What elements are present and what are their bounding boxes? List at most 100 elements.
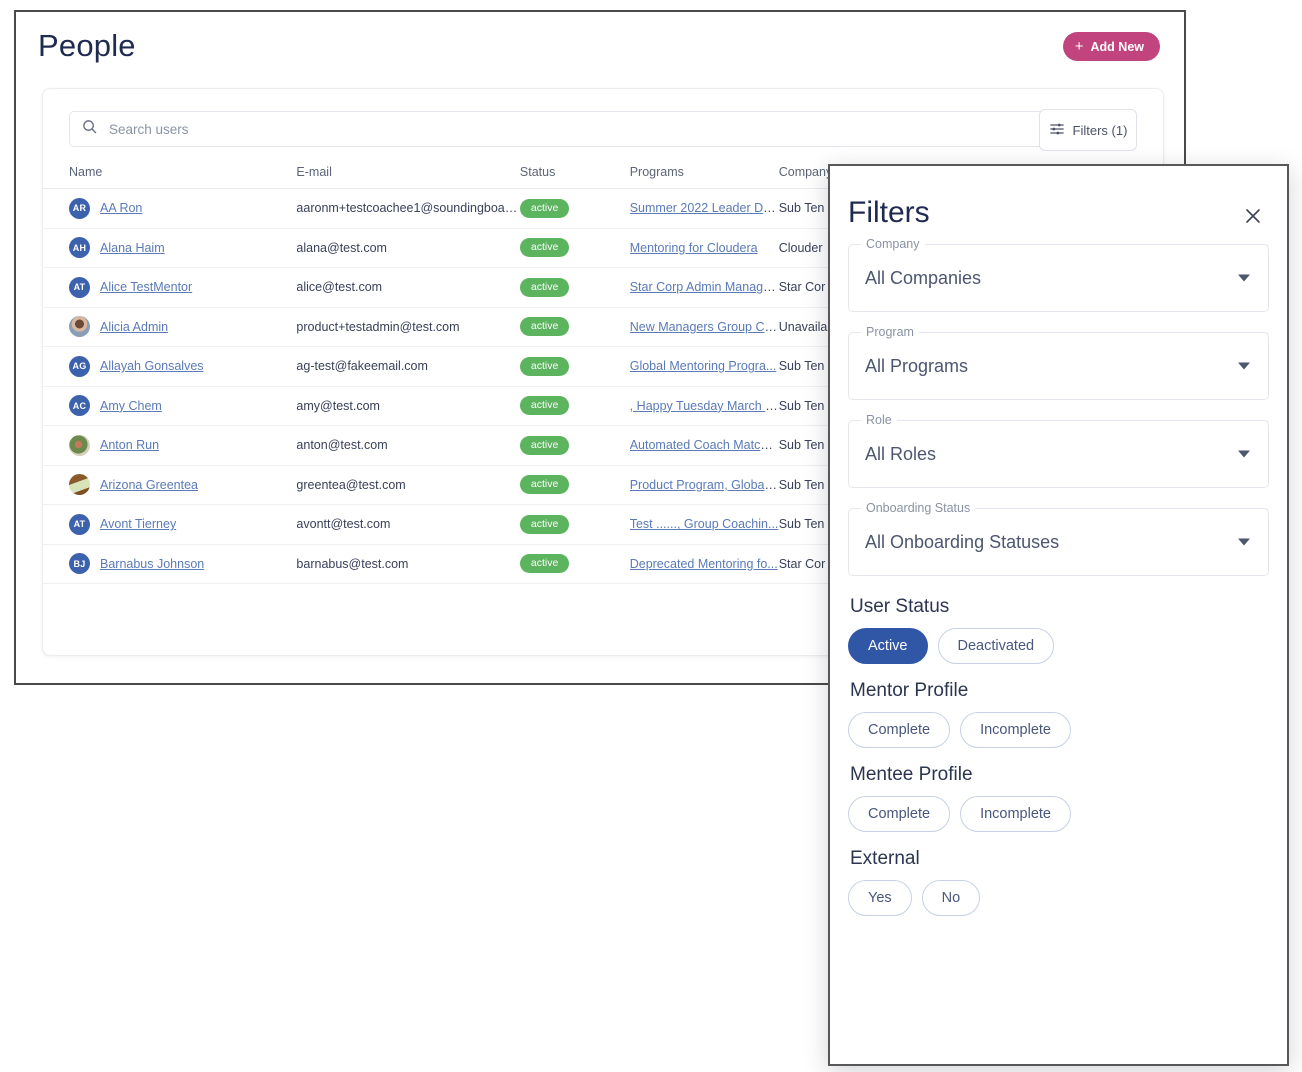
page-title: People (38, 28, 136, 64)
cell-programs: Deprecated Mentoring fo... (630, 557, 779, 571)
filter-select-role[interactable]: RoleAll Roles (848, 420, 1269, 488)
cell-programs: Product Program, Global ... (630, 478, 779, 492)
filter-select-onboarding-status[interactable]: Onboarding StatusAll Onboarding Statuses (848, 508, 1269, 576)
select-label: Onboarding Status (861, 501, 975, 515)
cell-email: avontt@test.com (296, 517, 520, 531)
cell-programs: Test ......, Group Coachin... (630, 517, 779, 531)
user-name-link[interactable]: AA Ron (100, 201, 142, 215)
user-name-link[interactable]: Barnabus Johnson (100, 557, 204, 571)
user-name-link[interactable]: Alice TestMentor (100, 280, 192, 294)
select-value: All Companies (865, 268, 981, 289)
chip-deactivated[interactable]: Deactivated (938, 628, 1055, 664)
status-badge: active (520, 317, 569, 336)
user-name-link[interactable]: Alicia Admin (100, 320, 168, 334)
chip-active[interactable]: Active (848, 628, 928, 664)
search-box[interactable] (69, 111, 1055, 147)
plus-icon: + (1075, 39, 1084, 54)
chip-complete[interactable]: Complete (848, 712, 950, 748)
chip-group-title: User Status (850, 596, 1269, 618)
cell-status: active (520, 436, 630, 455)
filters-button-label: Filters (1) (1073, 123, 1128, 138)
status-badge: active (520, 554, 569, 573)
cell-email: aaronm+testcoachee1@soundingboardi... (296, 201, 520, 215)
search-icon (82, 119, 97, 139)
status-badge: active (520, 278, 569, 297)
cell-name: AT Avont Tierney (69, 514, 296, 535)
status-badge: active (520, 436, 569, 455)
select-label: Company (861, 237, 925, 251)
cell-status: active (520, 475, 630, 494)
cell-status: active (520, 554, 630, 573)
close-icon[interactable] (1241, 204, 1265, 228)
cell-status: active (520, 396, 630, 415)
filter-chip-groups: User StatusActiveDeactivatedMentor Profi… (848, 596, 1269, 916)
program-link[interactable]: Star Corp Admin Manage... (630, 280, 779, 294)
cell-name: AH Alana Haim (69, 237, 296, 258)
chip-complete[interactable]: Complete (848, 796, 950, 832)
search-input[interactable] (107, 121, 1042, 138)
select-value: All Programs (865, 356, 968, 377)
screen: People + Add New (0, 0, 1302, 1072)
chip-row: Complete Incomplete (848, 796, 1269, 832)
chip-incomplete[interactable]: Incomplete (960, 712, 1071, 748)
user-name-link[interactable]: Avont Tierney (100, 517, 176, 531)
chip-incomplete[interactable]: Incomplete (960, 796, 1071, 832)
cell-programs: Mentoring for Cloudera (630, 241, 779, 255)
chip-no[interactable]: No (922, 880, 981, 916)
program-link[interactable]: Product Program, Global ... (630, 478, 779, 492)
cell-programs: Automated Coach Matchi... (630, 438, 779, 452)
select-label: Program (861, 325, 919, 339)
chip-row: Active Deactivated (848, 628, 1269, 664)
filters-panel: Filters CompanyAll CompaniesProgramAll P… (828, 164, 1289, 1066)
program-link[interactable]: Deprecated Mentoring fo... (630, 557, 778, 571)
program-link[interactable]: Global Mentoring Progra... (630, 359, 777, 373)
cell-status: active (520, 317, 630, 336)
cell-programs: Summer 2022 Leader De... (630, 201, 779, 215)
status-badge: active (520, 475, 569, 494)
cell-name: AGAllayah Gonsalves (69, 356, 296, 377)
cell-programs: New Managers Group Co... (630, 320, 779, 334)
cell-email: alana@test.com (296, 241, 520, 255)
col-header-programs[interactable]: Programs (630, 165, 779, 179)
cell-status: active (520, 238, 630, 257)
filter-select-company[interactable]: CompanyAll Companies (848, 244, 1269, 312)
cell-email: amy@test.com (296, 399, 520, 413)
col-header-status[interactable]: Status (520, 165, 630, 179)
program-link[interactable]: Automated Coach Matchi... (630, 438, 779, 452)
col-header-name[interactable]: Name (69, 165, 296, 179)
cell-status: active (520, 199, 630, 218)
tune-icon (1049, 121, 1065, 140)
filter-select-program[interactable]: ProgramAll Programs (848, 332, 1269, 400)
chip-row: Complete Incomplete (848, 712, 1269, 748)
avatar: AT (69, 514, 90, 535)
chevron-down-icon (1238, 539, 1250, 546)
cell-name: Arizona Greentea (69, 474, 296, 495)
filters-button[interactable]: Filters (1) (1039, 109, 1137, 151)
cell-name: ACAmy Chem (69, 395, 296, 416)
cell-name: AR AA Ron (69, 198, 296, 219)
select-value: All Onboarding Statuses (865, 532, 1059, 553)
program-link[interactable]: Test ......, Group Coachin... (630, 517, 779, 531)
cell-name: ATAlice TestMentor (69, 277, 296, 298)
avatar: BJ (69, 553, 90, 574)
cell-name: BJ Barnabus Johnson (69, 553, 296, 574)
program-link[interactable]: , Happy Tuesday March P... (630, 399, 779, 413)
add-new-button[interactable]: + Add New (1063, 32, 1160, 61)
cell-email: product+testadmin@test.com (296, 320, 520, 334)
cell-email: ag-test@fakeemail.com (296, 359, 520, 373)
user-name-link[interactable]: Amy Chem (100, 399, 162, 413)
program-link[interactable]: Summer 2022 Leader De... (630, 201, 779, 215)
cell-programs: Global Mentoring Progra... (630, 359, 779, 373)
user-name-link[interactable]: Allayah Gonsalves (100, 359, 204, 373)
program-link[interactable]: Mentoring for Cloudera (630, 241, 758, 255)
chip-yes[interactable]: Yes (848, 880, 912, 916)
chip-row: Yes No (848, 880, 1269, 916)
user-name-link[interactable]: Arizona Greentea (100, 478, 198, 492)
cell-programs: Star Corp Admin Manage... (630, 280, 779, 294)
avatar: AR (69, 198, 90, 219)
program-link[interactable]: New Managers Group Co... (630, 320, 779, 334)
col-header-email[interactable]: E-mail (296, 165, 520, 179)
user-name-link[interactable]: Anton Run (100, 438, 159, 452)
user-name-link[interactable]: Alana Haim (100, 241, 165, 255)
avatar: AH (69, 237, 90, 258)
